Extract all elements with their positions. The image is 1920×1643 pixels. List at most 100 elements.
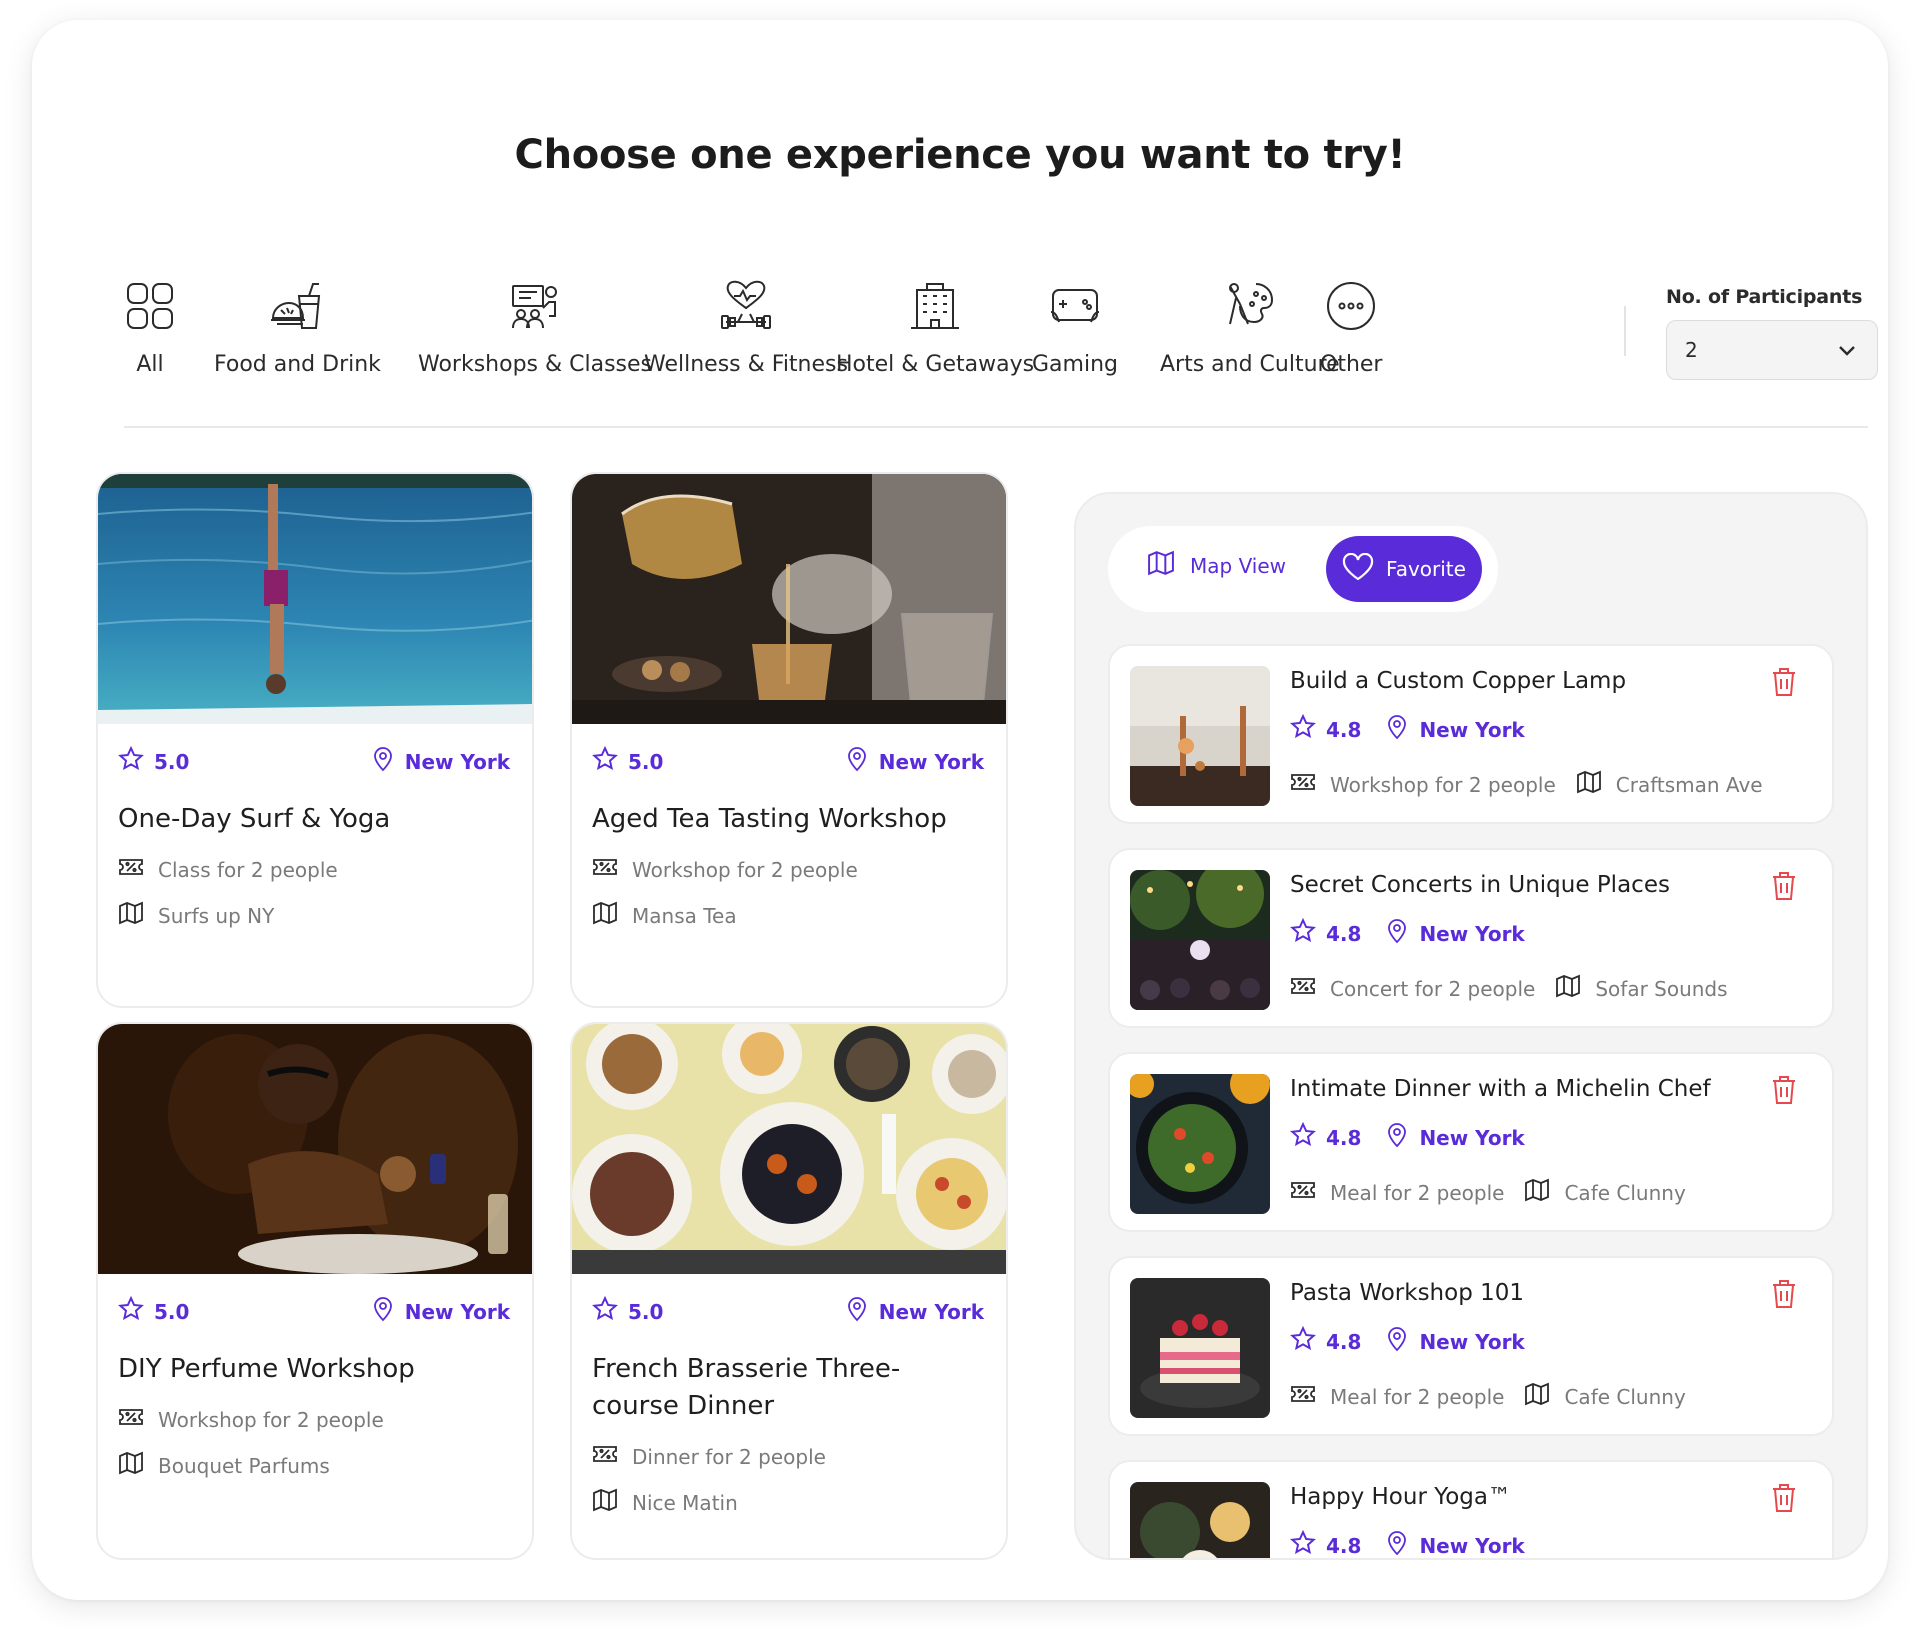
category-other[interactable]: Other [1320, 278, 1382, 377]
category-workshops[interactable]: Workshops & Classes [418, 278, 652, 377]
experience-venue: Mansa Tea [592, 901, 986, 930]
star-icon [1290, 1325, 1316, 1357]
ticket-icon [1290, 1383, 1316, 1410]
location-pin-icon [845, 1296, 869, 1327]
category-bar: All Food and Drink Workshops & Classes W… [102, 278, 1622, 378]
location: New York [845, 1296, 984, 1327]
category-arts[interactable]: Arts and Culture [1160, 278, 1340, 377]
location-pin-icon [1385, 1530, 1409, 1558]
favorite-thumbnail [1130, 870, 1270, 1010]
category-label: Hotel & Getaways [836, 352, 1035, 377]
ticket-icon [118, 856, 144, 883]
page-title: Choose one experience you want to try! [514, 132, 1406, 178]
experience-title: Aged Tea Tasting Workshop [592, 804, 947, 834]
favorite-title: Happy Hour Yoga™ [1290, 1484, 1511, 1510]
map-icon [592, 1488, 618, 1517]
more-icon [1323, 278, 1379, 334]
view-toggle: Map View Favorite [1108, 526, 1498, 612]
location-pin-icon [1385, 918, 1409, 949]
trash-icon[interactable] [1770, 1074, 1798, 1110]
hotel-icon [907, 278, 963, 334]
favorite-title: Build a Custom Copper Lamp [1290, 668, 1627, 694]
app-frame: Choose one experience you want to try! A… [32, 20, 1888, 1600]
experience-title: One-Day Surf & Yoga [118, 804, 391, 834]
category-label: Gaming [1032, 352, 1118, 377]
location-pin-icon [1385, 1122, 1409, 1153]
rating: 4.8 [1290, 1121, 1361, 1153]
rating: 4.8 [1290, 917, 1361, 949]
experience-card[interactable]: 5.0 New York DIY Perfume Workshop Worksh… [96, 1022, 534, 1560]
category-all[interactable]: All [122, 278, 178, 377]
trash-icon[interactable] [1770, 1278, 1798, 1314]
experience-image [98, 474, 532, 724]
star-icon [118, 1295, 144, 1327]
location: New York [1385, 1122, 1525, 1153]
participants-label: No. of Participants [1666, 286, 1863, 308]
category-wellness[interactable]: Wellness & Fitness [644, 278, 848, 377]
trash-icon[interactable] [1770, 1482, 1798, 1518]
experience-image [572, 1024, 1006, 1274]
star-icon [1290, 917, 1316, 949]
category-hotel[interactable]: Hotel & Getaways [836, 278, 1034, 377]
star-icon [592, 1295, 618, 1327]
location-pin-icon [845, 746, 869, 777]
rating: 4.8 [1290, 713, 1361, 745]
location: New York [371, 746, 510, 777]
experience-venue: Surfs up NY [118, 901, 512, 930]
favorite-title: Secret Concerts in Unique Places [1290, 872, 1670, 898]
ticket-icon [592, 1443, 618, 1470]
favorite-item[interactable]: Build a Custom Copper Lamp 4.8 New York … [1108, 644, 1834, 824]
map-icon [592, 901, 618, 930]
experience-image [98, 1024, 532, 1274]
experience-venue: Bouquet Parfums [118, 1451, 512, 1480]
star-icon [1290, 713, 1316, 745]
rating: 5.0 [592, 1295, 663, 1327]
experience-image [572, 474, 1006, 724]
trash-icon[interactable] [1770, 666, 1798, 702]
location-pin-icon [1385, 714, 1409, 745]
map-view-button[interactable]: Map View [1146, 550, 1286, 581]
participants-value: 2 [1685, 338, 1698, 362]
map-icon [1524, 1382, 1550, 1411]
favorite-item[interactable]: Intimate Dinner with a Michelin Chef 4.8… [1108, 1052, 1834, 1232]
location: New York [1385, 1326, 1525, 1357]
star-icon [118, 745, 144, 777]
experience-type: Class for 2 people [118, 856, 512, 883]
location: New York [845, 746, 984, 777]
experience-title: DIY Perfume Workshop [118, 1354, 415, 1384]
location: New York [371, 1296, 510, 1327]
ticket-icon [1290, 975, 1316, 1002]
grid-icon [122, 278, 178, 334]
ticket-icon [1290, 1179, 1316, 1206]
favorite-title: Pasta Workshop 101 [1290, 1280, 1525, 1306]
favorite-item[interactable]: Happy Hour Yoga™ 4.8 New York [1108, 1460, 1834, 1558]
category-label: Food and Drink [214, 352, 381, 377]
star-icon [1290, 1121, 1316, 1153]
participants-select[interactable]: 2 [1666, 320, 1878, 380]
favorite-item[interactable]: Pasta Workshop 101 4.8 New York Meal for… [1108, 1256, 1834, 1436]
experience-card[interactable]: 5.0 New York French Brasserie Three-cour… [570, 1022, 1008, 1560]
favorite-thumbnail [1130, 666, 1270, 806]
favorite-type: Meal for 2 people [1290, 1178, 1504, 1207]
workshop-icon [507, 278, 563, 334]
category-gaming[interactable]: Gaming [1032, 278, 1118, 377]
heart-icon [1342, 552, 1374, 586]
location-pin-icon [371, 1296, 395, 1327]
category-label: Other [1320, 352, 1383, 377]
trash-icon[interactable] [1770, 870, 1798, 906]
favorite-type: Concert for 2 people [1290, 974, 1535, 1003]
experience-card[interactable]: 5.0 New York Aged Tea Tasting Workshop W… [570, 472, 1008, 1008]
location-pin-icon [371, 746, 395, 777]
experience-card[interactable]: 5.0 New York One-Day Surf & Yoga Class f… [96, 472, 534, 1008]
favorite-venue: Cafe Clunny [1524, 1382, 1686, 1411]
category-food-drink[interactable]: Food and Drink [214, 278, 381, 377]
location: New York [1385, 918, 1525, 949]
favorite-thumbnail [1130, 1074, 1270, 1214]
category-label: Workshops & Classes [418, 352, 653, 377]
rating: 4.8 [1290, 1529, 1361, 1558]
category-label: Wellness & Fitness [644, 352, 848, 377]
favorite-button[interactable]: Favorite [1326, 536, 1482, 602]
favorite-item[interactable]: Secret Concerts in Unique Places 4.8 New… [1108, 848, 1834, 1028]
wellness-icon [718, 278, 774, 334]
category-label: All [136, 352, 164, 377]
